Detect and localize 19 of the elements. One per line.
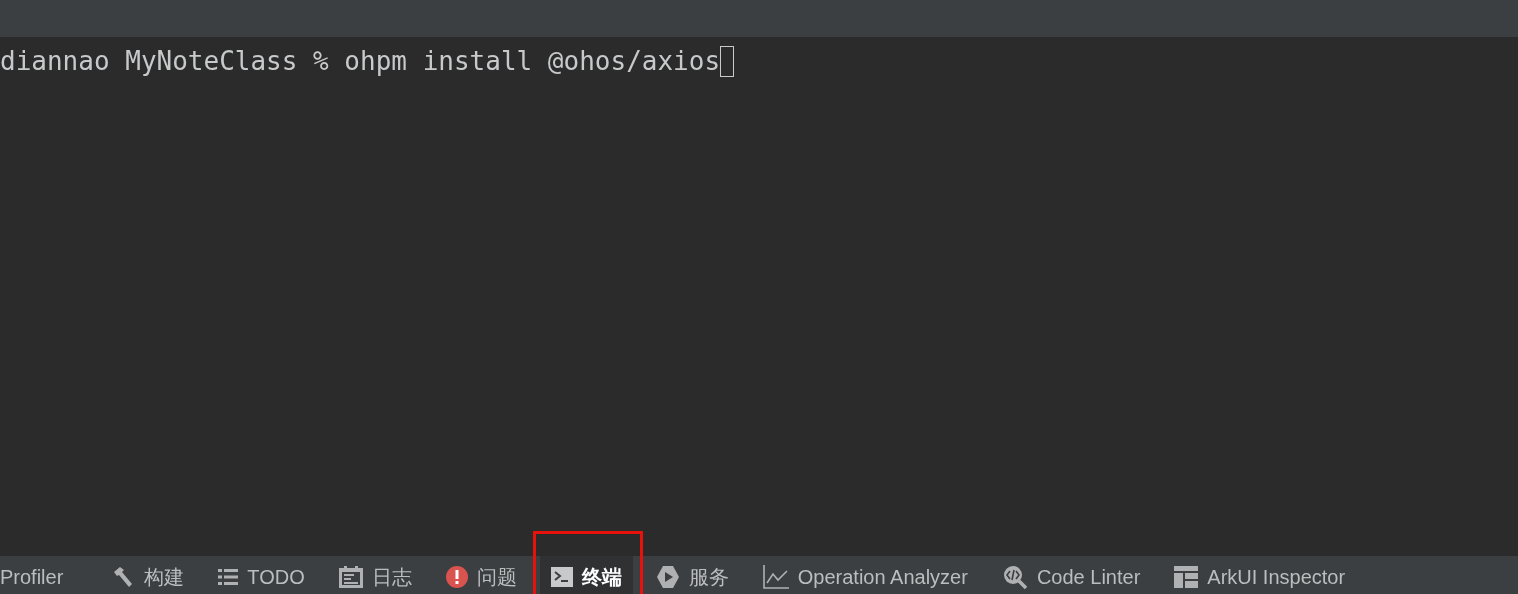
error-icon — [445, 566, 468, 588]
layout-icon — [1174, 566, 1199, 588]
tool-tab[interactable]: Profiler — [0, 556, 75, 594]
code-search-icon — [1001, 564, 1028, 590]
tool-tab[interactable]: 构建 — [100, 556, 196, 594]
list-icon — [218, 568, 239, 586]
tool-tab[interactable]: Code Linter — [990, 556, 1152, 594]
tool-tab[interactable]: 终端 — [539, 556, 633, 594]
tool-tab[interactable]: 服务 — [644, 556, 740, 594]
tool-tab[interactable]: ArkUI Inspector — [1163, 556, 1357, 594]
terminal-icon — [550, 567, 573, 587]
line-chart-icon — [762, 565, 789, 589]
tool-tab[interactable]: 问题 — [434, 556, 528, 594]
tool-tab[interactable]: TODO — [207, 556, 316, 594]
tool-tab[interactable]: Operation Analyzer — [751, 556, 979, 594]
terminal-line: diannao MyNoteClass % ohpm install @ohos/axios — [0, 46, 721, 76]
tool-tab[interactable]: 日志 — [327, 556, 423, 594]
play-icon — [655, 565, 680, 589]
calendar-icon — [338, 566, 363, 588]
